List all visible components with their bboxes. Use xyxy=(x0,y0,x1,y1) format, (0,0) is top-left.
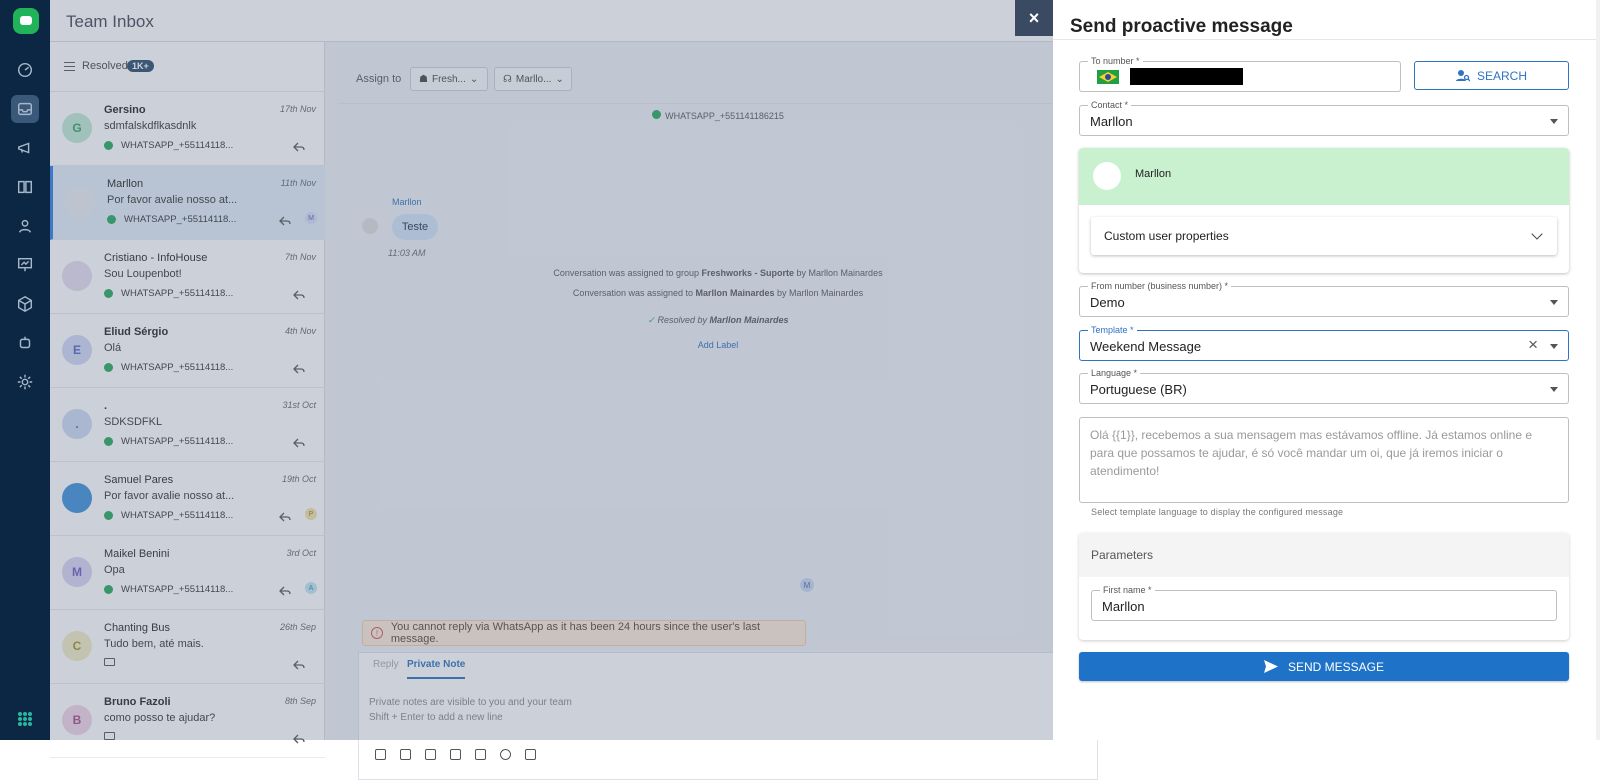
helper-text: Select template language to display the … xyxy=(1091,507,1344,517)
knowledge-base-icon[interactable] xyxy=(11,173,39,201)
contact-label: Contact * xyxy=(1088,100,1132,111)
parameters-header: Parameters xyxy=(1079,533,1569,577)
clear-icon[interactable]: × xyxy=(1528,335,1538,355)
dropdown-arrow-icon xyxy=(1550,387,1558,392)
composer-toolbar xyxy=(375,749,536,760)
contact-value: Marllon xyxy=(1090,114,1133,129)
box-icon[interactable] xyxy=(400,749,411,760)
app-logo-icon[interactable] xyxy=(13,8,39,34)
send-button-label: SEND MESSAGE xyxy=(1287,659,1385,674)
from-number-value: Demo xyxy=(1090,295,1125,310)
dropdown-arrow-icon xyxy=(1550,300,1558,305)
drawer-title: Send proactive message xyxy=(1070,16,1293,37)
dashboard-icon[interactable] xyxy=(11,56,39,84)
apps-grid-icon[interactable] xyxy=(18,712,32,726)
custom-properties-accordion[interactable]: Custom user properties xyxy=(1091,217,1557,255)
redacted-phone xyxy=(1130,68,1243,85)
video-icon[interactable] xyxy=(375,749,386,760)
dropdown-arrow-icon xyxy=(1550,119,1558,124)
contact-card: Marllon Custom user properties xyxy=(1079,148,1569,273)
send-icon xyxy=(1263,660,1278,673)
chevron-down-icon xyxy=(1531,228,1543,240)
contact-card-name: Marllon xyxy=(1135,168,1172,180)
contact-card-header: Marllon xyxy=(1079,148,1569,205)
contact-avatar xyxy=(1093,162,1121,190)
from-number-select[interactable]: From number (business number) * Demo xyxy=(1079,281,1569,317)
contact-select[interactable]: Contact * Marllon xyxy=(1079,100,1569,136)
bot-icon[interactable] xyxy=(11,329,39,357)
search-button[interactable]: SEARCH xyxy=(1414,61,1569,90)
close-drawer-button[interactable]: × xyxy=(1015,0,1053,36)
template-value: Weekend Message xyxy=(1090,339,1202,354)
send-message-button[interactable]: SEND MESSAGE xyxy=(1079,652,1569,681)
template-label: Template * xyxy=(1088,325,1137,336)
inbox-icon[interactable] xyxy=(11,95,39,123)
user-search-icon xyxy=(1455,70,1470,82)
first-name-value: Marllon xyxy=(1102,599,1145,614)
campaigns-icon[interactable] xyxy=(11,134,39,162)
language-select[interactable]: Language * Portuguese (BR) xyxy=(1079,368,1569,404)
marketplace-icon[interactable] xyxy=(11,290,39,318)
parameters-section: Parameters First name * Marllon xyxy=(1079,533,1569,640)
first-name-label: First name * xyxy=(1100,585,1155,596)
dropdown-arrow-icon xyxy=(1550,344,1558,349)
to-number-field[interactable]: To number * xyxy=(1079,56,1401,92)
language-value: Portuguese (BR) xyxy=(1090,382,1187,397)
from-number-label: From number (business number) * xyxy=(1088,281,1232,292)
search-button-label: SEARCH xyxy=(1476,68,1527,83)
settings-gear-icon[interactable] xyxy=(11,368,39,396)
image-icon[interactable] xyxy=(450,749,461,760)
emoji-icon[interactable] xyxy=(500,749,511,760)
language-label: Language * xyxy=(1088,368,1141,379)
attach-icon[interactable] xyxy=(425,749,436,760)
to-number-label: To number * xyxy=(1088,56,1143,67)
template-select[interactable]: Template * Weekend Message × xyxy=(1079,325,1569,361)
gif-icon[interactable] xyxy=(475,749,486,760)
brazil-flag-icon[interactable] xyxy=(1097,70,1119,84)
reports-icon[interactable] xyxy=(11,251,39,279)
divider xyxy=(1053,39,1600,40)
custom-properties-label: Custom user properties xyxy=(1104,229,1229,243)
left-nav-rail xyxy=(0,0,50,740)
contacts-icon[interactable] xyxy=(11,212,39,240)
parameters-label: Parameters xyxy=(1091,548,1154,562)
first-name-field[interactable]: First name * Marllon xyxy=(1091,585,1557,621)
canned-response-icon[interactable] xyxy=(525,749,536,760)
drawer-scrollbar[interactable] xyxy=(1596,0,1600,740)
template-preview: Olá {{1}}, recebemos a sua mensagem mas … xyxy=(1079,417,1569,503)
